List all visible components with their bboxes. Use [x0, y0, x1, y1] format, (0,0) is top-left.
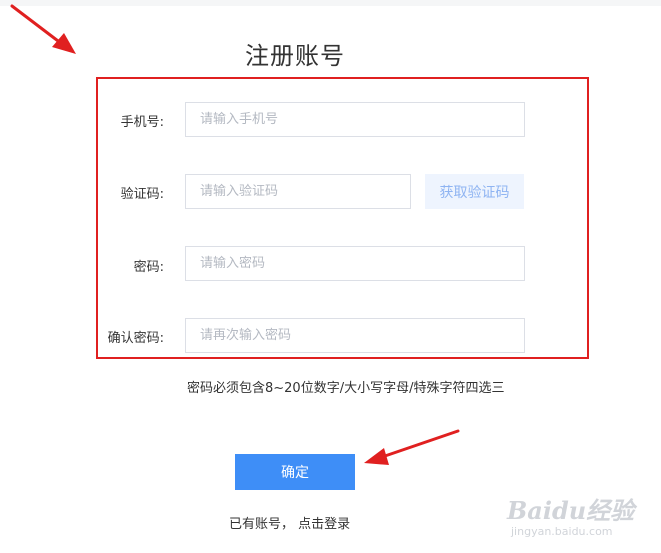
confirm-button[interactable]: 确定: [235, 454, 355, 490]
login-prompt: 已有账号， 点击登录: [229, 513, 350, 532]
password-rule-hint: 密码必须包含8~20位数字/大小写字母/特殊字符四选三: [187, 381, 505, 396]
get-verification-code-button[interactable]: 获取验证码: [425, 174, 524, 209]
arrow-bottom-right-icon: [364, 429, 460, 465]
phone-input[interactable]: [185, 102, 525, 137]
verification-code-input[interactable]: [185, 174, 411, 209]
confirm-password-label: 确认密码:: [107, 331, 164, 346]
top-strip: [0, 0, 661, 6]
confirm-password-input[interactable]: [185, 318, 525, 353]
password-label: 密码:: [133, 260, 164, 275]
page-title: 注册账号: [245, 42, 345, 70]
login-prompt-text: 已有账号，: [229, 517, 295, 532]
watermark-url: jingyan.baidu.com: [511, 525, 613, 538]
phone-label: 手机号:: [120, 115, 164, 130]
password-input[interactable]: [185, 246, 525, 281]
code-label: 验证码:: [120, 187, 164, 202]
baidu-jingyan-watermark: Baidu经验 jingyan.baidu.com: [507, 487, 657, 547]
watermark-logo-text: Baidu经验: [507, 496, 635, 525]
login-link[interactable]: 点击登录: [298, 517, 350, 532]
